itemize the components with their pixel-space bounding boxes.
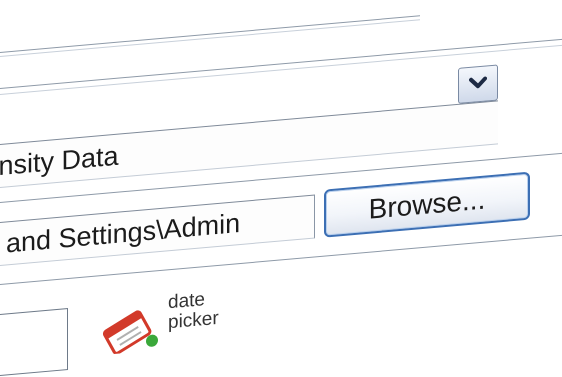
form-panel: tensity Data and Settings\Admin Browse..… <box>0 0 562 377</box>
dataset-select[interactable]: tensity Data <box>0 100 498 189</box>
date-picker-icon[interactable] <box>96 301 168 355</box>
file-path-input[interactable]: and Settings\Admin <box>0 194 315 267</box>
thumbnail-box[interactable] <box>0 308 68 377</box>
dropdown-button[interactable] <box>458 64 498 104</box>
date-picker-label: date picker <box>168 285 258 333</box>
divider <box>0 19 420 57</box>
file-path-value: and Settings\Admin <box>6 207 241 259</box>
dataset-select-value: tensity Data <box>0 140 119 184</box>
divider <box>0 15 420 54</box>
browse-button[interactable]: Browse... <box>324 171 530 238</box>
chevron-down-icon <box>469 76 487 89</box>
